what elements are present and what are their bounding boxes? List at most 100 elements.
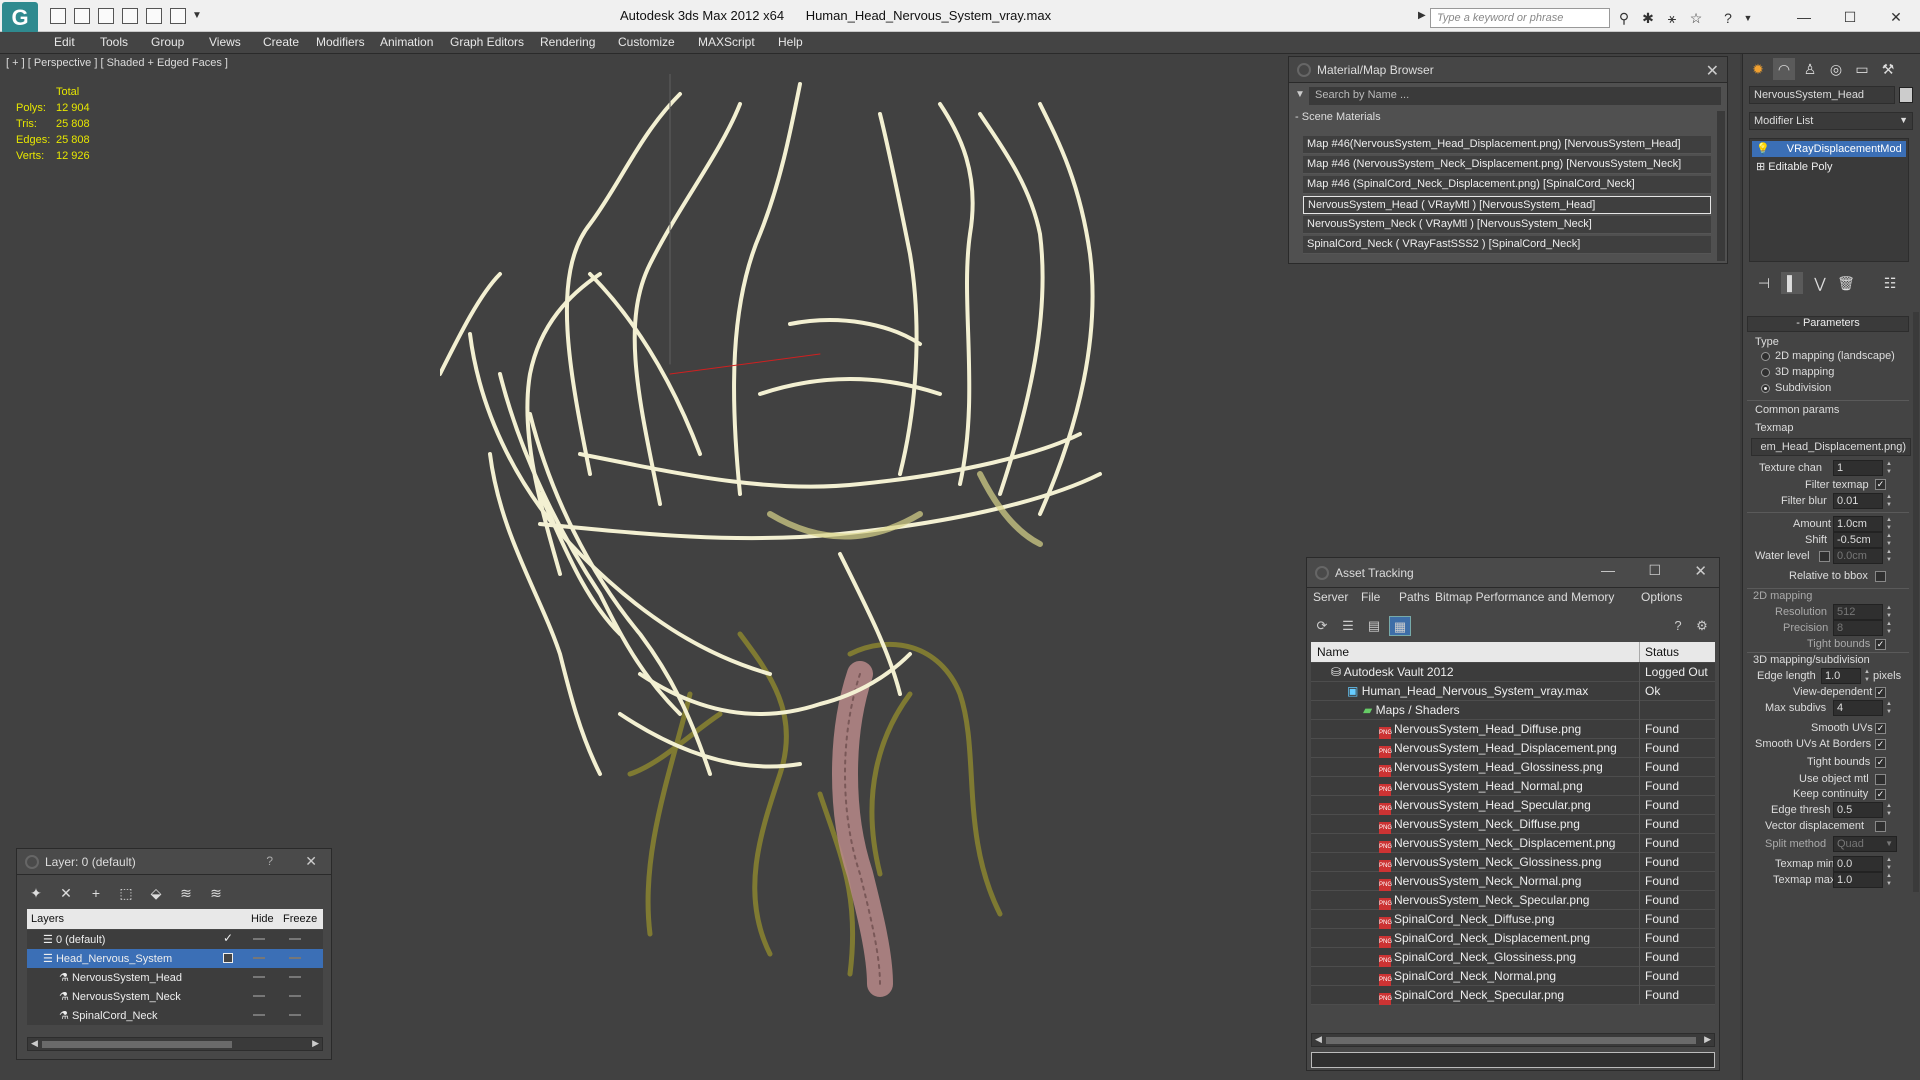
vector-displacement-checkbox[interactable] bbox=[1875, 821, 1886, 832]
new-file-icon[interactable] bbox=[50, 8, 66, 24]
command-panel-scrollbar[interactable] bbox=[1913, 312, 1919, 892]
hide-toggle[interactable] bbox=[253, 976, 265, 978]
freeze-all-icon[interactable]: ≋ bbox=[205, 883, 227, 903]
viewport-label[interactable]: [ + ] [ Perspective ] [ Shaded + Edged F… bbox=[6, 57, 228, 69]
asset-row-map[interactable]: PNG NervousSystem_Head_Normal.png Found bbox=[1311, 777, 1715, 796]
create-layer-icon[interactable]: ✦ bbox=[25, 883, 47, 903]
quick-access-dropdown-icon[interactable]: ▼ bbox=[192, 10, 202, 21]
split-method-dropdown[interactable]: Quad ▼ bbox=[1833, 836, 1897, 852]
layer-close-button[interactable]: ✕ bbox=[305, 853, 317, 870]
close-button[interactable]: ✕ bbox=[1876, 6, 1916, 28]
scroll-right-icon[interactable]: ▶ bbox=[1704, 1034, 1711, 1045]
tight-bounds-2d-checkbox[interactable]: ✓ bbox=[1875, 639, 1886, 650]
hide-toggle[interactable] bbox=[253, 995, 265, 997]
material-item[interactable]: Map #46 (NervousSystem_Neck_Displacement… bbox=[1303, 156, 1711, 174]
subscription-icon[interactable]: ✱ bbox=[1640, 10, 1656, 26]
material-browser-titlebar[interactable]: Material/Map Browser ✕ bbox=[1289, 57, 1727, 83]
freeze-toggle[interactable] bbox=[289, 995, 301, 997]
detail-view-icon[interactable]: ▤ bbox=[1363, 616, 1385, 636]
configure-sets-icon[interactable]: ☷ bbox=[1879, 272, 1901, 294]
table-view-icon[interactable]: ▦ bbox=[1389, 616, 1411, 636]
make-unique-icon[interactable]: ⋁ bbox=[1809, 272, 1831, 294]
scroll-right-icon[interactable]: ▶ bbox=[312, 1038, 319, 1049]
favorites-star-icon[interactable]: ☆ bbox=[1688, 10, 1704, 26]
display-tab-icon[interactable]: ▭ bbox=[1851, 58, 1873, 80]
spinner-arrows-icon[interactable]: ▲ ▼ bbox=[1885, 460, 1893, 476]
material-search-input[interactable]: Search by Name ... bbox=[1309, 87, 1721, 105]
spinner-arrows-icon[interactable]: ▲ ▼ bbox=[1885, 604, 1893, 620]
spinner-arrows-icon[interactable]: ▲ ▼ bbox=[1885, 532, 1893, 548]
maximize-button[interactable]: ☐ bbox=[1830, 6, 1870, 28]
status-column-header[interactable]: Status bbox=[1645, 645, 1679, 659]
spinner-arrows-icon[interactable]: ▲ ▼ bbox=[1885, 548, 1893, 564]
asset-horizontal-scrollbar[interactable]: ◀ ▶ bbox=[1311, 1033, 1715, 1047]
material-item[interactable]: NervousSystem_Neck ( VRayMtl ) [NervousS… bbox=[1303, 216, 1711, 234]
asset-row-map[interactable]: PNG NervousSystem_Neck_Glossiness.png Foun… bbox=[1311, 853, 1715, 872]
asset-menu-file[interactable]: File bbox=[1361, 590, 1380, 604]
asset-row-map[interactable]: PNG NervousSystem_Neck_Specular.png Found bbox=[1311, 891, 1715, 910]
edge-thresh-spinner[interactable]: 0.5 bbox=[1833, 802, 1883, 818]
asset-row-max-file[interactable]: ▣ Human_Head_Nervous_System_vray.max Ok bbox=[1311, 682, 1715, 701]
material-item[interactable]: Map #46 (SpinalCord_Neck_Displacement.pn… bbox=[1303, 176, 1711, 194]
asset-row-map[interactable]: PNG NervousSystem_Head_Displacement.png Fo… bbox=[1311, 739, 1715, 758]
asset-row-map[interactable]: PNG NervousSystem_Neck_Normal.png Found bbox=[1311, 872, 1715, 891]
layer-row-default[interactable]: ☰ 0 (default) ✓ bbox=[27, 930, 323, 949]
object-name-field[interactable]: NervousSystem_Head bbox=[1749, 86, 1895, 104]
smooth-uvs-borders-checkbox[interactable]: ✓ bbox=[1875, 739, 1886, 750]
create-tab-icon[interactable]: ✹ bbox=[1747, 58, 1769, 80]
material-item[interactable]: SpinalCord_Neck ( VRayFastSSS2 ) [Spinal… bbox=[1303, 236, 1711, 254]
asset-maximize-button[interactable]: ☐ bbox=[1648, 562, 1661, 579]
layer-object-row[interactable]: ⚗ NervousSystem_Neck bbox=[27, 987, 323, 1006]
freeze-toggle[interactable] bbox=[289, 976, 301, 978]
modify-tab-icon[interactable]: ◠ bbox=[1773, 58, 1795, 80]
spinner-arrows-icon[interactable]: ▲ ▼ bbox=[1885, 493, 1893, 509]
minimize-button[interactable]: — bbox=[1784, 6, 1824, 28]
spinner-arrows-icon[interactable]: ▲ ▼ bbox=[1885, 620, 1893, 636]
max-subdivs-spinner[interactable]: 4 bbox=[1833, 700, 1883, 716]
communication-icon[interactable]: ⚹ bbox=[1664, 10, 1680, 26]
filter-texmap-checkbox[interactable]: ✓ bbox=[1875, 479, 1886, 490]
parameters-rollout[interactable]: - Parameters bbox=[1747, 316, 1909, 332]
scroll-left-icon[interactable]: ◀ bbox=[31, 1038, 38, 1049]
menu-maxscript[interactable]: MAXScript bbox=[698, 35, 755, 49]
spinner-arrows-icon[interactable]: ▲ ▼ bbox=[1885, 872, 1893, 888]
spinner-arrows-icon[interactable]: ▲ ▼ bbox=[1885, 516, 1893, 532]
motion-tab-icon[interactable]: ◎ bbox=[1825, 58, 1847, 80]
freeze-column-header[interactable]: Freeze bbox=[283, 913, 317, 925]
spinner-arrows-icon[interactable]: ▲ ▼ bbox=[1885, 700, 1893, 716]
delete-layer-icon[interactable]: ✕ bbox=[55, 883, 77, 903]
browser-options-icon[interactable]: ▼ bbox=[1295, 89, 1305, 100]
name-column-header[interactable]: Name bbox=[1317, 645, 1349, 659]
asset-row-map[interactable]: PNG NervousSystem_Neck_Displacement.png Fo… bbox=[1311, 834, 1715, 853]
project-folder-icon[interactable] bbox=[170, 8, 186, 24]
asset-menu-server[interactable]: Server bbox=[1313, 590, 1348, 604]
show-end-result-icon[interactable]: ▌ bbox=[1781, 272, 1803, 294]
scene-materials-header[interactable]: - Scene Materials bbox=[1295, 111, 1715, 127]
resolution-spinner[interactable]: 512 bbox=[1833, 604, 1883, 620]
asset-help-icon[interactable]: ? bbox=[1667, 616, 1689, 636]
asset-row-map[interactable]: PNG SpinalCord_Neck_Glossiness.png Found bbox=[1311, 948, 1715, 967]
radio-subdivision[interactable] bbox=[1761, 384, 1770, 393]
material-browser-scrollbar[interactable] bbox=[1717, 111, 1725, 261]
refresh-icon[interactable]: ⟳ bbox=[1311, 616, 1333, 636]
active-layer-check-icon[interactable]: ✓ bbox=[223, 931, 233, 945]
layer-box-icon[interactable] bbox=[223, 953, 233, 963]
keep-continuity-checkbox[interactable]: ✓ bbox=[1875, 789, 1886, 800]
menu-views[interactable]: Views bbox=[209, 35, 241, 49]
menu-tools[interactable]: Tools bbox=[100, 35, 128, 49]
help-icon[interactable]: ? bbox=[1720, 10, 1736, 26]
layer-manager-titlebar[interactable]: Layer: 0 (default) ? ✕ bbox=[17, 849, 331, 875]
stack-item-vraydisplacementmod[interactable]: 💡 VRayDisplacementMod bbox=[1752, 141, 1906, 157]
menu-group[interactable]: Group bbox=[151, 35, 184, 49]
tight-bounds-checkbox[interactable]: ✓ bbox=[1875, 757, 1886, 768]
list-view-icon[interactable]: ☰ bbox=[1337, 616, 1359, 636]
hide-toggle[interactable] bbox=[253, 938, 265, 940]
select-objects-icon[interactable]: ⬚ bbox=[115, 883, 137, 903]
layer-help-button[interactable]: ? bbox=[266, 854, 273, 868]
asset-menu-bitmap-performance[interactable]: Bitmap Performance and Memory bbox=[1435, 590, 1614, 604]
material-item-selected[interactable]: NervousSystem_Head ( VRayMtl ) [NervousS… bbox=[1303, 196, 1711, 214]
texture-chan-spinner[interactable]: 1 bbox=[1833, 460, 1883, 476]
help-dropdown-icon[interactable]: ▼ bbox=[1740, 10, 1756, 26]
asset-row-map[interactable]: PNG NervousSystem_Neck_Diffuse.png Found bbox=[1311, 815, 1715, 834]
asset-row-map[interactable]: PNG NervousSystem_Head_Diffuse.png Found bbox=[1311, 720, 1715, 739]
